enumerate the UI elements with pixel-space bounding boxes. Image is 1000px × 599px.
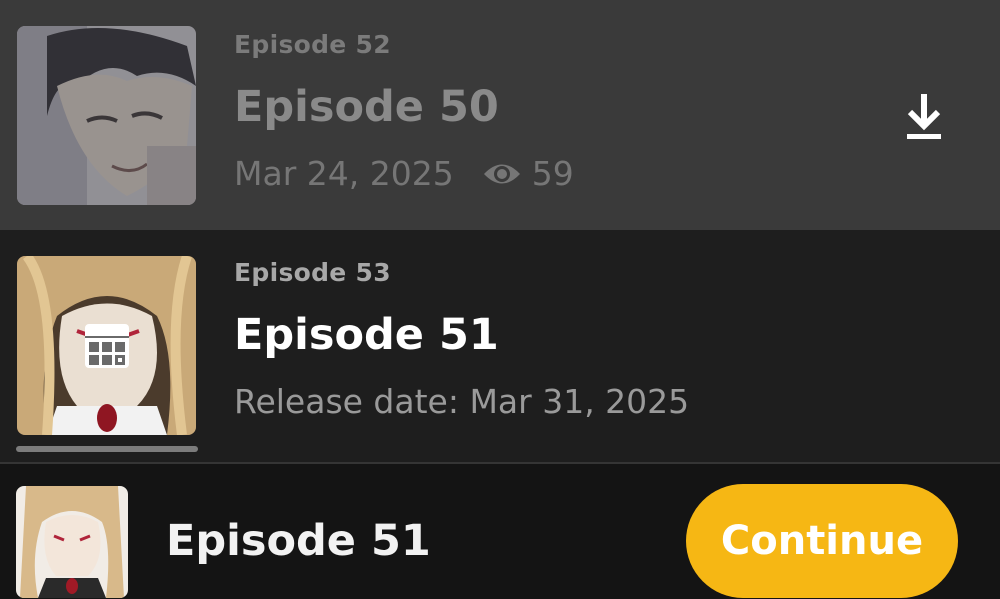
view-count-value: 59 bbox=[531, 154, 574, 193]
release-date: Release date: Mar 31, 2025 bbox=[234, 382, 690, 421]
calendar-icon bbox=[85, 324, 129, 368]
episode-row-upcoming[interactable]: Episode 53 Episode 51 Release date: Mar … bbox=[0, 230, 1000, 462]
thumbnail-illustration bbox=[17, 26, 196, 205]
episode-row-viewed[interactable]: Episode 52 Episode 50 Mar 24, 2025 59 bbox=[0, 0, 1000, 230]
episode-thumbnail bbox=[17, 26, 196, 205]
eye-icon bbox=[483, 164, 520, 183]
read-progress-bar bbox=[16, 446, 198, 452]
continue-button[interactable]: Continue bbox=[686, 484, 958, 598]
continue-bar: Episode 51 Continue bbox=[0, 464, 1000, 599]
episode-list-screen: Episode 52 Episode 50 Mar 24, 2025 59 Ep… bbox=[0, 0, 1000, 599]
download-icon bbox=[907, 94, 941, 139]
episode-thumbnail bbox=[17, 256, 196, 435]
download-button[interactable] bbox=[904, 92, 944, 142]
episode-title: Episode 50 bbox=[234, 82, 499, 132]
continue-thumbnail bbox=[16, 486, 128, 598]
thumbnail-illustration bbox=[16, 486, 128, 598]
view-count: 59 bbox=[482, 154, 574, 193]
episode-date: Mar 24, 2025 bbox=[234, 154, 454, 193]
episode-number-label: Episode 53 bbox=[234, 258, 391, 287]
episode-number-label: Episode 52 bbox=[234, 30, 391, 59]
episode-meta: Mar 24, 2025 59 bbox=[234, 154, 574, 193]
continue-episode-title: Episode 51 bbox=[166, 516, 431, 566]
episode-title: Episode 51 bbox=[234, 310, 499, 360]
